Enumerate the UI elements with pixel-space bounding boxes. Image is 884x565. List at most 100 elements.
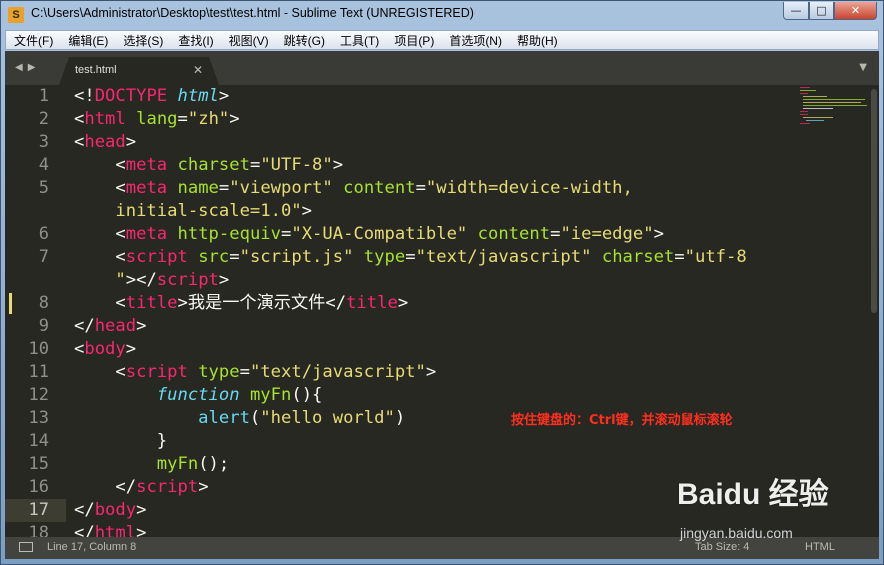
gutter-line[interactable]: 3 [5,131,66,154]
menu-preferences[interactable]: 首选项(N) [441,32,509,49]
code-token: content [343,178,416,198]
code-token: > [136,316,147,336]
code-line[interactable]: </script> [74,476,208,499]
gutter-line[interactable]: 4 [5,154,66,177]
code-token: type [198,362,240,382]
code-line[interactable]: <head> [74,131,136,154]
code-token: < [74,293,126,313]
gutter-line[interactable]: 8 [5,292,66,315]
app-window: S C:\Users\Administrator\Desktop\test\te… [0,0,884,565]
gutter-line[interactable]: 2 [5,108,66,131]
gutter-line[interactable] [5,200,66,223]
line-number: 5 [38,178,49,198]
code-token: "X-UA-Compatible" [291,224,468,244]
gutter-line[interactable]: 16 [5,476,66,499]
code-line[interactable]: } [74,430,167,453]
menu-file[interactable]: 文件(F) [6,32,60,49]
code-line[interactable]: "></script> [74,269,229,292]
gutter-line[interactable]: 7 [5,246,66,269]
cursor-position: Line 17, Column 8 [47,541,137,553]
code-line[interactable]: <meta charset="UTF-8"> [74,154,343,177]
code-line[interactable]: </body> [74,499,146,522]
code-token: > [218,86,230,106]
code-token: charset [601,247,675,267]
code-token: html [177,86,219,106]
menu-goto[interactable]: 跳转(G) [276,32,332,49]
gutter-line[interactable] [5,269,66,292]
code-token: = [550,224,561,244]
close-button[interactable]: ✕ [834,2,877,20]
tab-close-icon[interactable]: ✕ [193,63,203,77]
code-line[interactable]: <html lang="zh"> [74,108,240,131]
code-line[interactable]: </html> [74,522,146,537]
maximize-button[interactable]: □ [809,2,834,20]
gutter-line[interactable]: 18 [5,522,66,537]
syntax-mode[interactable]: HTML [805,541,835,553]
code-token: = [249,155,261,175]
code-line[interactable]: <script src="script.js" type="text/javas… [74,246,746,269]
tab-dropdown-icon[interactable]: ▼ [859,62,867,73]
code-line[interactable]: <meta name="viewport" content="width=dev… [74,177,633,200]
vertical-scrollbar[interactable] [871,89,877,313]
gutter-line[interactable]: 1 [5,85,66,108]
line-number: 12 [28,385,49,405]
panel-toggle-icon[interactable] [19,542,33,552]
code-line[interactable]: <meta http-equiv="X-UA-Compatible" conte… [74,223,664,246]
code-token: content [477,224,551,244]
code-token: script [136,477,199,497]
code-token: meta [125,178,168,198]
minimize-button[interactable]: — [783,2,809,20]
code-token: > [301,201,313,221]
menu-edit[interactable]: 编辑(E) [60,32,115,49]
code-token: </ [325,293,347,313]
menu-tools[interactable]: 工具(T) [332,32,386,49]
gutter-line[interactable]: 5 [5,177,66,200]
code-token: (){ [291,385,323,405]
code-line[interactable]: initial-scale=1.0"> [74,200,312,223]
line-number: 15 [28,454,49,474]
gutter-line[interactable]: 14 [5,430,66,453]
code-token: = [281,224,292,244]
gutter-line[interactable]: 6 [5,223,66,246]
code-line[interactable]: myFn(); [74,453,229,476]
code-line[interactable]: function myFn(){ [74,384,323,407]
gutter-line[interactable]: 12 [5,384,66,407]
gutter-line[interactable]: 9 [5,315,66,338]
code-token: "script.js" [239,247,354,267]
gutter-line[interactable]: 13 [5,407,66,430]
code-token: = [415,178,426,198]
title-bar[interactable]: S C:\Users\Administrator\Desktop\test\te… [1,1,883,29]
gutter-line[interactable]: 17 [5,499,66,522]
code-token: charset [177,155,250,175]
tab-size[interactable]: Tab Size: 4 [695,541,749,553]
menu-selection[interactable]: 选择(S) [115,32,170,49]
gutter-line[interactable]: 11 [5,361,66,384]
code-line[interactable]: </head> [74,315,146,338]
code-token: "viewport" [229,178,333,198]
menu-project[interactable]: 项目(P) [386,32,441,49]
gutter-line[interactable]: 10 [5,338,66,361]
code-line[interactable]: alert("hello world") [74,407,405,430]
menu-find[interactable]: 查找(I) [170,32,220,49]
tab-test-html[interactable]: test.html ✕ [59,57,219,85]
minimap[interactable] [798,85,868,125]
code-line[interactable]: <title>我是一个演示文件</title> [74,292,408,315]
menu-help[interactable]: 帮助(H) [509,32,565,49]
watermark-url: jingyan.baidu.com [680,525,793,541]
tab-label: test.html [75,64,117,76]
code-token: </ [74,477,137,497]
gutter-line[interactable]: 15 [5,453,66,476]
code-line[interactable]: <!DOCTYPE html> [74,85,229,108]
code-token: > [425,362,437,382]
tab-nav-arrows-icon[interactable]: ◀▶ [15,62,40,73]
code-token: " [74,270,126,290]
code-line[interactable]: <script type="text/javascript"> [74,361,436,384]
menu-view[interactable]: 视图(V) [221,32,276,49]
code-line[interactable]: <body> [74,338,136,361]
code-token: </ [74,500,95,520]
